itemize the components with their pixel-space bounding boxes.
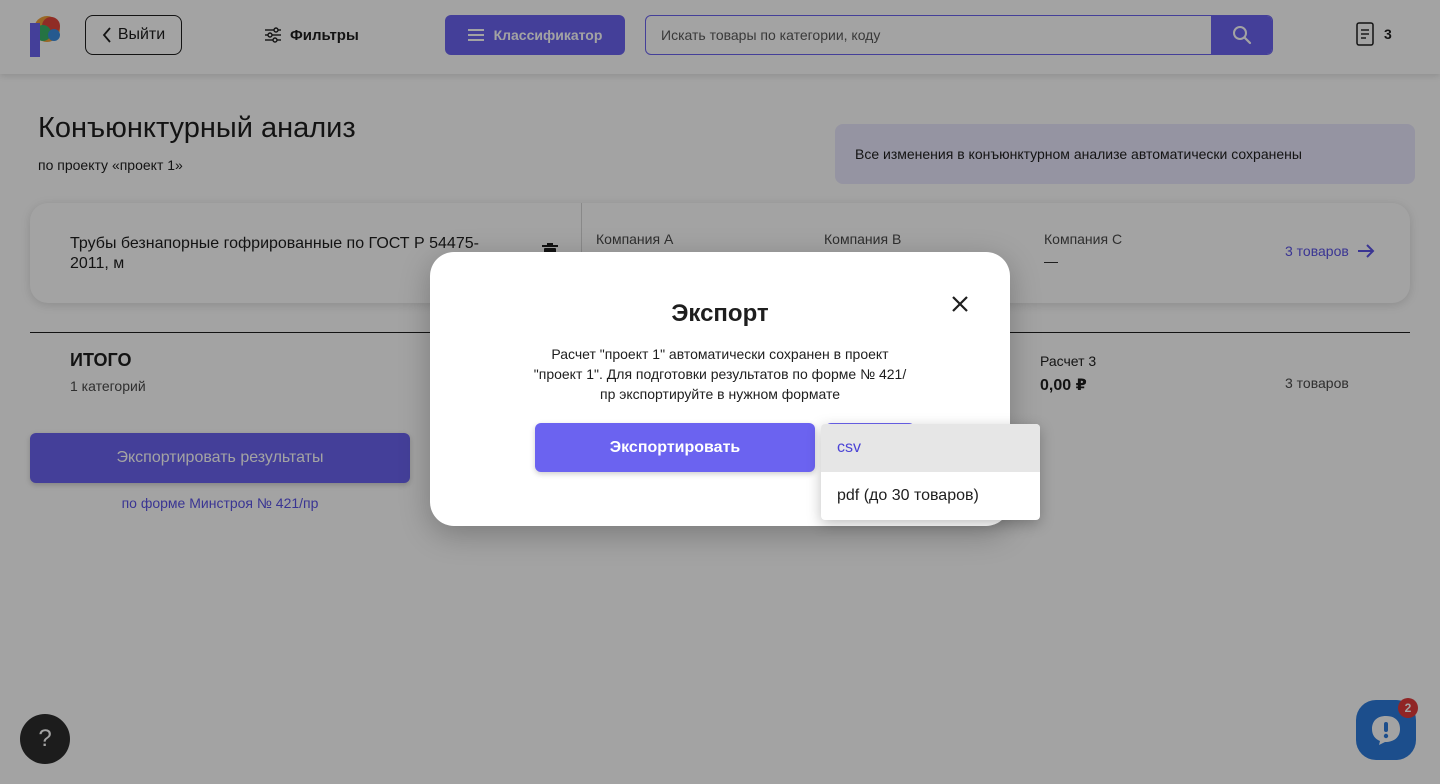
modal-text: Расчет "проект 1" автоматически сохранен… [533,346,907,402]
modal-export-button[interactable]: Экспортировать [535,423,815,472]
close-button[interactable] [948,292,972,316]
close-icon [952,296,968,312]
format-dropdown: csv pdf (до 30 товаров) [821,424,1040,520]
modal-title: Экспорт [671,300,769,327]
format-option-pdf[interactable]: pdf (до 30 товаров) [821,472,1040,520]
format-option-csv[interactable]: csv [821,424,1040,472]
